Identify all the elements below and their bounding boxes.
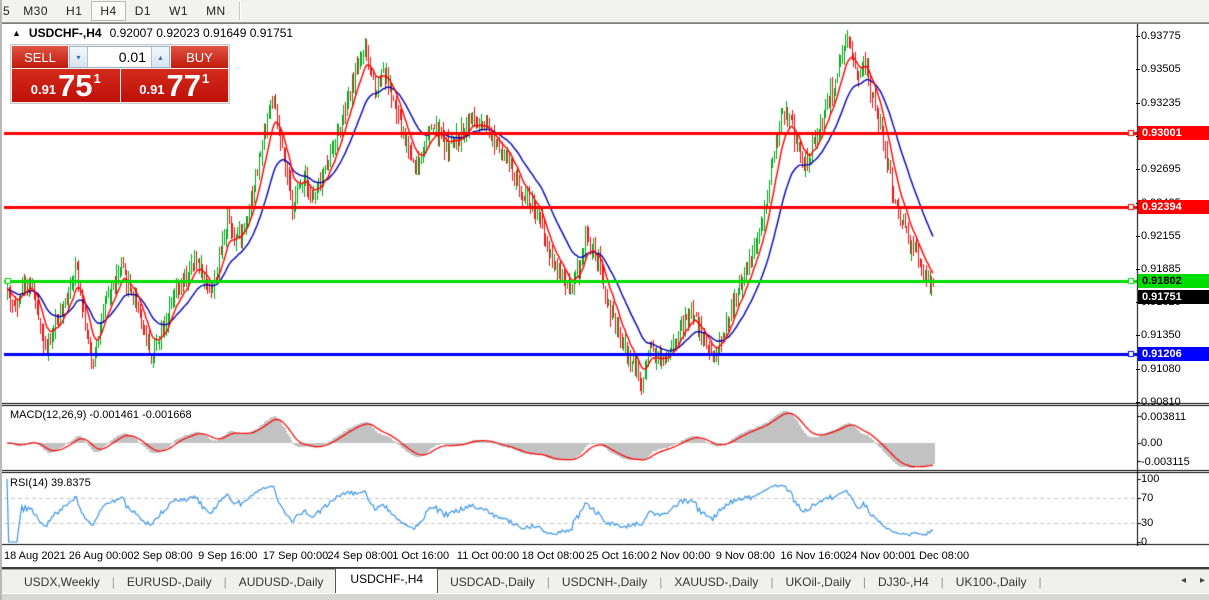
status-strip [2, 593, 1209, 600]
chart-tab-usdcad[interactable]: USDCAD-,Daily [438, 572, 547, 592]
chart-ohlc-values: 0.92007 0.92023 0.91649 0.91751 [110, 26, 294, 40]
volume-input[interactable]: 0.01 [88, 47, 151, 67]
time-axis-label: 24 Nov 00:00 [845, 550, 910, 562]
time-axis-label: 9 Nov 08:00 [716, 550, 775, 562]
chart-tab-bar: USDX,Weekly|EURUSD-,Daily|AUDUSD-,DailyU… [2, 569, 1209, 593]
timeframe-button-mn[interactable]: MN [197, 2, 235, 20]
rsi-indicator-label: RSI(14) 39.8375 [10, 477, 91, 489]
tab-separator: | [1039, 575, 1042, 589]
time-axis-label: 25 Oct 16:00 [586, 550, 649, 562]
chart-tab-usdcnh[interactable]: USDCNH-,Daily [550, 572, 659, 592]
sell-button[interactable]: SELL [12, 46, 68, 68]
chart-tab-xauusd[interactable]: XAUUSD-,Daily [662, 572, 770, 592]
sell-price-digits: 75 [58, 72, 92, 100]
sell-price-pipette: 1 [94, 71, 101, 86]
chart-tab-audusd[interactable]: AUDUSD-,Daily [227, 572, 336, 592]
toolbar-separator [239, 2, 241, 20]
tab-scroll-right-icon[interactable]: ▸ [1200, 575, 1205, 586]
time-axis-label: 18 Oct 08:00 [522, 550, 585, 562]
time-axis-label: 18 Aug 2021 [4, 550, 66, 562]
volume-increase-button[interactable]: ▴ [151, 47, 169, 67]
buy-price-digits: 77 [167, 72, 201, 100]
time-axis-label: 1 Oct 16:00 [392, 550, 449, 562]
timeframe-button-h1[interactable]: H1 [57, 2, 91, 20]
buy-button[interactable]: BUY [171, 46, 228, 68]
timeframe-button-h4[interactable]: H4 [91, 1, 125, 21]
buy-price-pipette: 1 [202, 71, 209, 86]
timeframe-toolbar: 5M30H1H4D1W1MN [2, 0, 1209, 23]
chart-tab-eurusd[interactable]: EURUSD-,Daily [115, 572, 224, 592]
chart-title-row: ▲ USDCHF-,H4 0.92007 0.92023 0.91649 0.9… [12, 26, 293, 40]
time-axis-label: 16 Nov 16:00 [780, 550, 845, 562]
time-axis-label: 2 Nov 00:00 [651, 550, 710, 562]
collapse-trade-panel-icon[interactable]: ▲ [12, 28, 21, 38]
chart-tab-dj30[interactable]: DJ30-,H4 [866, 572, 941, 592]
macd-indicator-label: MACD(12,26,9) -0.001461 -0.001668 [10, 409, 192, 421]
sell-price-prefix: 0.91 [31, 82, 56, 97]
buy-price-button[interactable]: 0.91771 [121, 69, 229, 102]
timeframe-button-5[interactable]: 5 [2, 2, 14, 20]
chart-tab-uk100[interactable]: UK100-,Daily [944, 572, 1039, 592]
tab-scroll-left-icon[interactable]: ◂ [1181, 575, 1186, 586]
chart-window-border [2, 23, 1209, 24]
caret-down-icon: ▾ [76, 53, 80, 62]
chart-tab-usdx[interactable]: USDX,Weekly [12, 572, 112, 592]
timeframe-button-w1[interactable]: W1 [160, 2, 197, 20]
time-axis: 18 Aug 202126 Aug 00:002 Sep 08:00 9 Sep … [2, 546, 1209, 569]
volume-decrease-button[interactable]: ▾ [70, 47, 88, 67]
sell-price-button[interactable]: 0.91751 [12, 69, 120, 102]
chart-tab-ukoil[interactable]: UKOil-,Daily [774, 572, 863, 592]
time-axis-label: 1 Dec 08:00 [910, 550, 969, 562]
time-axis-label: 11 Oct 00:00 [457, 550, 519, 562]
time-axis-label: 17 Sep 00:00 [263, 550, 328, 562]
time-axis-label: 26 Aug 00:00 [69, 550, 134, 562]
timeframe-button-m30[interactable]: M30 [14, 2, 57, 20]
timeframe-button-d1[interactable]: D1 [126, 2, 160, 20]
time-axis-label: 9 Sep 16:00 [198, 550, 257, 562]
time-axis-label: 24 Sep 08:00 [328, 550, 393, 562]
caret-up-icon: ▴ [158, 53, 162, 62]
buy-price-prefix: 0.91 [139, 82, 164, 97]
volume-spinner: ▾ 0.01 ▴ [69, 46, 170, 68]
trading-terminal-window: 5M30H1H4D1W1MN ▲ USDCHF-,H4 0.92007 0.92… [0, 0, 1209, 600]
chart-tab-usdchf[interactable]: USDCHF-,H4 [335, 568, 438, 595]
time-axis-label: 2 Sep 08:00 [133, 550, 192, 562]
one-click-trading-panel: SELL ▾ 0.01 ▴ BUY 0.91751 0.91771 [10, 44, 230, 104]
chart-symbol-title: USDCHF-,H4 [29, 26, 102, 40]
